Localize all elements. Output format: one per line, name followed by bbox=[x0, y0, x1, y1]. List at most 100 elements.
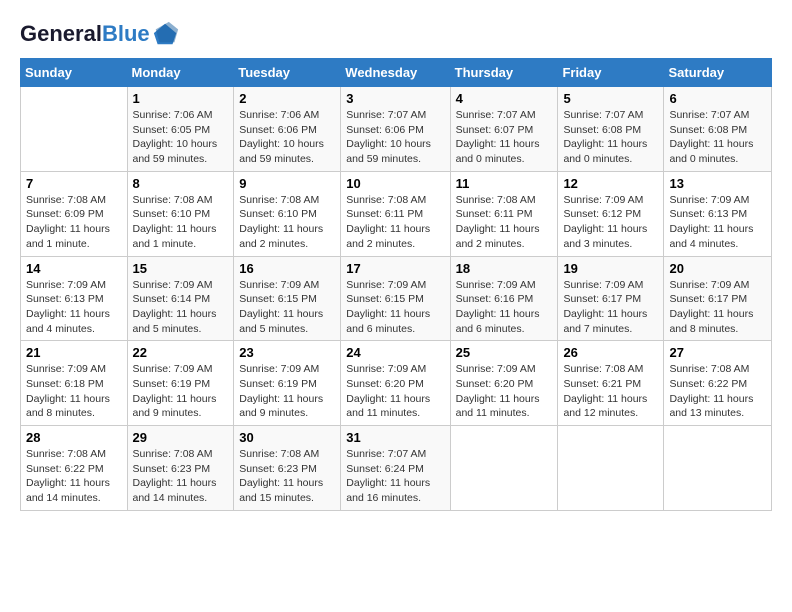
day-number: 5 bbox=[563, 91, 658, 106]
day-number: 3 bbox=[346, 91, 444, 106]
col-header-saturday: Saturday bbox=[664, 59, 772, 87]
calendar-cell bbox=[664, 426, 772, 511]
day-number: 9 bbox=[239, 176, 335, 191]
day-info: Sunrise: 7:09 AMSunset: 6:17 PMDaylight:… bbox=[669, 278, 766, 337]
calendar-cell: 13 Sunrise: 7:09 AMSunset: 6:13 PMDayligh… bbox=[664, 171, 772, 256]
calendar-cell: 26 Sunrise: 7:08 AMSunset: 6:21 PMDayligh… bbox=[558, 341, 664, 426]
calendar-cell: 5 Sunrise: 7:07 AMSunset: 6:08 PMDaylight… bbox=[558, 87, 664, 172]
day-number: 23 bbox=[239, 345, 335, 360]
day-info: Sunrise: 7:07 AMSunset: 6:07 PMDaylight:… bbox=[456, 108, 553, 167]
col-header-wednesday: Wednesday bbox=[341, 59, 450, 87]
calendar-cell: 27 Sunrise: 7:08 AMSunset: 6:22 PMDayligh… bbox=[664, 341, 772, 426]
day-number: 24 bbox=[346, 345, 444, 360]
day-number: 18 bbox=[456, 261, 553, 276]
calendar-cell: 18 Sunrise: 7:09 AMSunset: 6:16 PMDayligh… bbox=[450, 256, 558, 341]
day-number: 6 bbox=[669, 91, 766, 106]
col-header-thursday: Thursday bbox=[450, 59, 558, 87]
calendar-cell: 1 Sunrise: 7:06 AMSunset: 6:05 PMDaylight… bbox=[127, 87, 234, 172]
day-number: 11 bbox=[456, 176, 553, 191]
day-number: 16 bbox=[239, 261, 335, 276]
day-number: 17 bbox=[346, 261, 444, 276]
calendar-cell: 24 Sunrise: 7:09 AMSunset: 6:20 PMDayligh… bbox=[341, 341, 450, 426]
day-number: 10 bbox=[346, 176, 444, 191]
calendar-cell bbox=[450, 426, 558, 511]
calendar-cell: 22Sunrise: 7:09 AMSunset: 6:19 PMDayligh… bbox=[127, 341, 234, 426]
calendar-cell bbox=[21, 87, 128, 172]
col-header-tuesday: Tuesday bbox=[234, 59, 341, 87]
calendar-cell: 9 Sunrise: 7:08 AMSunset: 6:10 PMDaylight… bbox=[234, 171, 341, 256]
day-info: Sunrise: 7:09 AMSunset: 6:15 PMDaylight:… bbox=[346, 278, 444, 337]
calendar-cell: 10 Sunrise: 7:08 AMSunset: 6:11 PMDayligh… bbox=[341, 171, 450, 256]
calendar-cell: 29 Sunrise: 7:08 AMSunset: 6:23 PMDayligh… bbox=[127, 426, 234, 511]
day-info: Sunrise: 7:08 AMSunset: 6:22 PMDaylight:… bbox=[669, 362, 766, 421]
calendar-cell: 15 Sunrise: 7:09 AMSunset: 6:14 PMDayligh… bbox=[127, 256, 234, 341]
calendar-cell bbox=[558, 426, 664, 511]
calendar-cell: 6 Sunrise: 7:07 AMSunset: 6:08 PMDaylight… bbox=[664, 87, 772, 172]
day-info: Sunrise: 7:09 AMSunset: 6:16 PMDaylight:… bbox=[456, 278, 553, 337]
calendar-cell: 21 Sunrise: 7:09 AMSunset: 6:18 PMDayligh… bbox=[21, 341, 128, 426]
day-info: Sunrise: 7:09 AMSunset: 6:12 PMDaylight:… bbox=[563, 193, 658, 252]
day-number: 30 bbox=[239, 430, 335, 445]
day-number: 14 bbox=[26, 261, 122, 276]
day-info: Sunrise: 7:09 AMSunset: 6:18 PMDaylight:… bbox=[26, 362, 122, 421]
day-info: Sunrise: 7:09 AMSunset: 6:14 PMDaylight:… bbox=[133, 278, 229, 337]
day-number: 15 bbox=[133, 261, 229, 276]
day-info: Sunrise: 7:09 AMSunset: 6:13 PMDaylight:… bbox=[669, 193, 766, 252]
day-info: Sunrise: 7:07 AMSunset: 6:24 PMDaylight:… bbox=[346, 447, 444, 506]
logo-icon bbox=[152, 20, 180, 48]
calendar-cell: 14 Sunrise: 7:09 AMSunset: 6:13 PMDayligh… bbox=[21, 256, 128, 341]
day-info: Sunrise: 7:09 AMSunset: 6:13 PMDaylight:… bbox=[26, 278, 122, 337]
day-number: 26 bbox=[563, 345, 658, 360]
day-info: Sunrise: 7:08 AMSunset: 6:09 PMDaylight:… bbox=[26, 193, 122, 252]
calendar-cell: 8Sunrise: 7:08 AMSunset: 6:10 PMDaylight… bbox=[127, 171, 234, 256]
day-info: Sunrise: 7:08 AMSunset: 6:21 PMDaylight:… bbox=[563, 362, 658, 421]
day-info: Sunrise: 7:09 AMSunset: 6:20 PMDaylight:… bbox=[346, 362, 444, 421]
day-info: Sunrise: 7:08 AMSunset: 6:11 PMDaylight:… bbox=[346, 193, 444, 252]
day-number: 1 bbox=[133, 91, 229, 106]
day-info: Sunrise: 7:09 AMSunset: 6:20 PMDaylight:… bbox=[456, 362, 553, 421]
calendar-cell: 11 Sunrise: 7:08 AMSunset: 6:11 PMDayligh… bbox=[450, 171, 558, 256]
day-info: Sunrise: 7:08 AMSunset: 6:22 PMDaylight:… bbox=[26, 447, 122, 506]
day-number: 21 bbox=[26, 345, 122, 360]
col-header-sunday: Sunday bbox=[21, 59, 128, 87]
day-info: Sunrise: 7:07 AMSunset: 6:08 PMDaylight:… bbox=[563, 108, 658, 167]
calendar-table: SundayMondayTuesdayWednesdayThursdayFrid… bbox=[20, 58, 772, 511]
day-number: 12 bbox=[563, 176, 658, 191]
calendar-cell: 23 Sunrise: 7:09 AMSunset: 6:19 PMDayligh… bbox=[234, 341, 341, 426]
day-info: Sunrise: 7:07 AMSunset: 6:08 PMDaylight:… bbox=[669, 108, 766, 167]
col-header-friday: Friday bbox=[558, 59, 664, 87]
col-header-monday: Monday bbox=[127, 59, 234, 87]
day-info: Sunrise: 7:06 AMSunset: 6:06 PMDaylight:… bbox=[239, 108, 335, 167]
calendar-cell: 2Sunrise: 7:06 AMSunset: 6:06 PMDaylight… bbox=[234, 87, 341, 172]
calendar-cell: 16 Sunrise: 7:09 AMSunset: 6:15 PMDayligh… bbox=[234, 256, 341, 341]
calendar-cell: 3 Sunrise: 7:07 AMSunset: 6:06 PMDaylight… bbox=[341, 87, 450, 172]
calendar-cell: 31Sunrise: 7:07 AMSunset: 6:24 PMDayligh… bbox=[341, 426, 450, 511]
day-number: 22 bbox=[133, 345, 229, 360]
day-number: 29 bbox=[133, 430, 229, 445]
day-number: 19 bbox=[563, 261, 658, 276]
logo: GeneralBlue bbox=[20, 20, 180, 48]
calendar-cell: 20Sunrise: 7:09 AMSunset: 6:17 PMDayligh… bbox=[664, 256, 772, 341]
logo-text: GeneralBlue bbox=[20, 22, 150, 46]
calendar-cell: 4 Sunrise: 7:07 AMSunset: 6:07 PMDaylight… bbox=[450, 87, 558, 172]
day-number: 4 bbox=[456, 91, 553, 106]
day-info: Sunrise: 7:08 AMSunset: 6:10 PMDaylight:… bbox=[239, 193, 335, 252]
day-info: Sunrise: 7:08 AMSunset: 6:23 PMDaylight:… bbox=[239, 447, 335, 506]
page-header: GeneralBlue bbox=[20, 20, 772, 48]
day-number: 28 bbox=[26, 430, 122, 445]
calendar-cell: 28 Sunrise: 7:08 AMSunset: 6:22 PMDayligh… bbox=[21, 426, 128, 511]
day-number: 7 bbox=[26, 176, 122, 191]
day-info: Sunrise: 7:07 AMSunset: 6:06 PMDaylight:… bbox=[346, 108, 444, 167]
calendar-cell: 7 Sunrise: 7:08 AMSunset: 6:09 PMDaylight… bbox=[21, 171, 128, 256]
day-info: Sunrise: 7:09 AMSunset: 6:17 PMDaylight:… bbox=[563, 278, 658, 337]
day-info: Sunrise: 7:09 AMSunset: 6:15 PMDaylight:… bbox=[239, 278, 335, 337]
day-info: Sunrise: 7:06 AMSunset: 6:05 PMDaylight:… bbox=[133, 108, 229, 167]
day-number: 13 bbox=[669, 176, 766, 191]
day-info: Sunrise: 7:08 AMSunset: 6:10 PMDaylight:… bbox=[133, 193, 229, 252]
day-number: 27 bbox=[669, 345, 766, 360]
calendar-cell: 12 Sunrise: 7:09 AMSunset: 6:12 PMDayligh… bbox=[558, 171, 664, 256]
day-info: Sunrise: 7:08 AMSunset: 6:11 PMDaylight:… bbox=[456, 193, 553, 252]
day-info: Sunrise: 7:09 AMSunset: 6:19 PMDaylight:… bbox=[239, 362, 335, 421]
calendar-cell: 25Sunrise: 7:09 AMSunset: 6:20 PMDayligh… bbox=[450, 341, 558, 426]
day-info: Sunrise: 7:08 AMSunset: 6:23 PMDaylight:… bbox=[133, 447, 229, 506]
